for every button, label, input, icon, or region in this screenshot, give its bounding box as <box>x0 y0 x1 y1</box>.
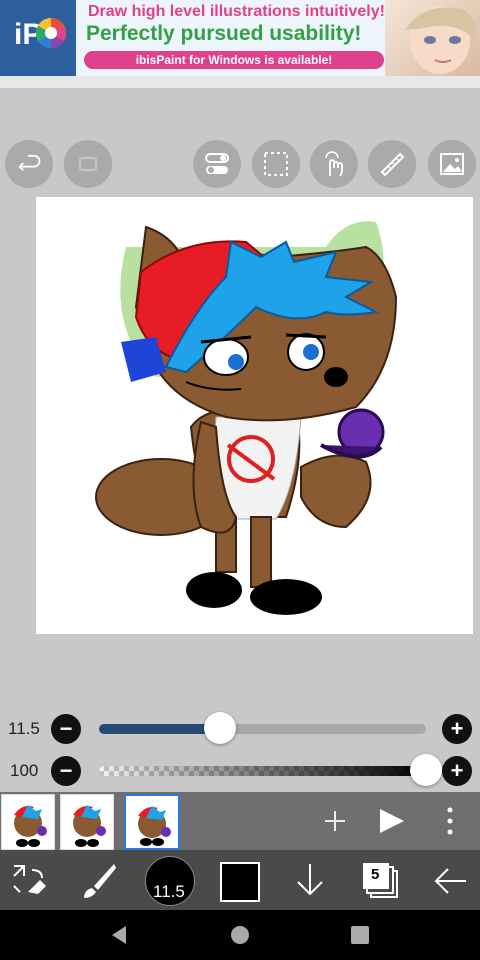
ruler-button[interactable] <box>368 140 416 188</box>
nav-home-icon <box>231 926 249 944</box>
ibispaint-logo: iP <box>0 0 76 76</box>
color-swatch[interactable] <box>220 862 260 902</box>
toggle-icon <box>205 153 229 174</box>
brush-size-label: 11.5 <box>8 719 40 738</box>
ad-pill[interactable]: ibisPaint for Windows is available! <box>84 51 384 69</box>
redo-button[interactable] <box>64 140 112 188</box>
size-slider-thumb[interactable] <box>203 712 236 744</box>
ad-line-1: Draw high level illustrations intuitivel… <box>88 3 385 20</box>
settings-toggle-button[interactable] <box>193 140 241 188</box>
layer-count-badge: 5 <box>371 866 380 883</box>
ruler-icon <box>380 152 405 177</box>
transform-eraser-icon <box>13 865 46 894</box>
brush-tool-button[interactable] <box>78 862 118 905</box>
nav-back-icon <box>112 926 126 944</box>
layer-down-button[interactable] <box>293 862 327 903</box>
image-icon <box>440 153 464 175</box>
layers-icon <box>363 863 398 898</box>
back-button[interactable] <box>432 864 468 903</box>
size-decrease-button[interactable]: − <box>51 714 81 744</box>
brush-size-preview-value: 11.5 <box>153 882 185 901</box>
touch-button[interactable] <box>310 140 358 188</box>
frame-thumbnail[interactable] <box>1 794 55 850</box>
brush-icon <box>84 864 116 898</box>
play-icon <box>380 809 404 833</box>
size-slider-track[interactable] <box>99 724 426 734</box>
color-wheel-icon <box>35 18 67 49</box>
arrow-down-icon <box>297 864 323 896</box>
image-button[interactable] <box>428 140 476 188</box>
arrow-left-icon <box>434 868 466 894</box>
nav-recents-button[interactable] <box>349 924 371 951</box>
nav-home-button[interactable] <box>229 924 251 951</box>
artwork <box>95 221 398 615</box>
size-increase-button[interactable]: + <box>442 714 472 744</box>
tool-select-button[interactable] <box>10 862 48 905</box>
play-button[interactable] <box>376 806 406 841</box>
touch-icon <box>325 151 343 177</box>
opacity-decrease-button[interactable]: − <box>51 756 81 786</box>
ad-banner[interactable]: iP Draw high level illustrations intuiti… <box>0 0 480 76</box>
ad-line-2: Perfectly pursued usability! <box>86 22 362 45</box>
layers-button[interactable]: 5 <box>362 862 400 905</box>
add-frame-button[interactable] <box>322 808 348 839</box>
selection-icon <box>264 152 288 176</box>
top-divider <box>0 76 480 88</box>
nav-back-button[interactable] <box>108 924 130 951</box>
opacity-increase-button[interactable]: + <box>442 756 472 786</box>
opacity-slider-track[interactable] <box>99 766 426 776</box>
selection-button[interactable] <box>252 140 300 188</box>
more-vertical-icon <box>447 807 453 835</box>
brush-size-preview[interactable]: 11.5 <box>145 856 195 906</box>
drawing-canvas[interactable] <box>36 197 473 634</box>
undo-icon <box>18 154 41 171</box>
opacity-slider-thumb[interactable] <box>410 754 442 786</box>
more-options-button[interactable] <box>440 806 460 841</box>
plus-icon <box>325 811 345 831</box>
frame-thumbnail[interactable] <box>60 794 114 850</box>
frame-thumbnail-selected[interactable] <box>124 794 180 850</box>
ad-illustration <box>385 0 480 76</box>
size-slider-fill <box>99 724 220 734</box>
opacity-label: 100 <box>10 761 39 780</box>
undo-button[interactable] <box>5 140 53 188</box>
redo-icon <box>79 157 97 171</box>
nav-recents-icon <box>351 926 369 944</box>
